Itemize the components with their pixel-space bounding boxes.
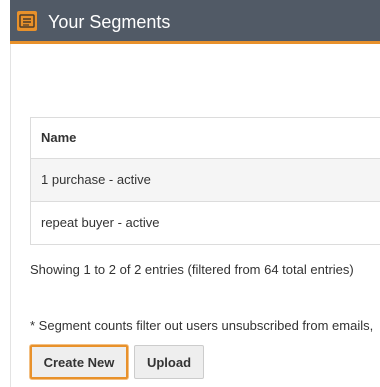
column-header-name[interactable]: Name xyxy=(31,118,380,159)
list-icon xyxy=(17,11,37,31)
page-title: Your Segments xyxy=(48,12,171,32)
upload-button[interactable]: Upload xyxy=(134,345,204,379)
segment-footnote: * Segment counts filter out users unsubs… xyxy=(30,318,374,333)
create-new-button[interactable]: Create New xyxy=(30,345,128,379)
segments-table: Name 1 purchase - active repeat buyer - … xyxy=(30,117,380,245)
page-header: Your Segments xyxy=(10,0,380,44)
table-info-text: Showing 1 to 2 of 2 entries (filtered fr… xyxy=(30,262,354,277)
table-row[interactable]: 1 purchase - active xyxy=(31,159,380,202)
table-row[interactable]: repeat buyer - active xyxy=(31,202,380,245)
